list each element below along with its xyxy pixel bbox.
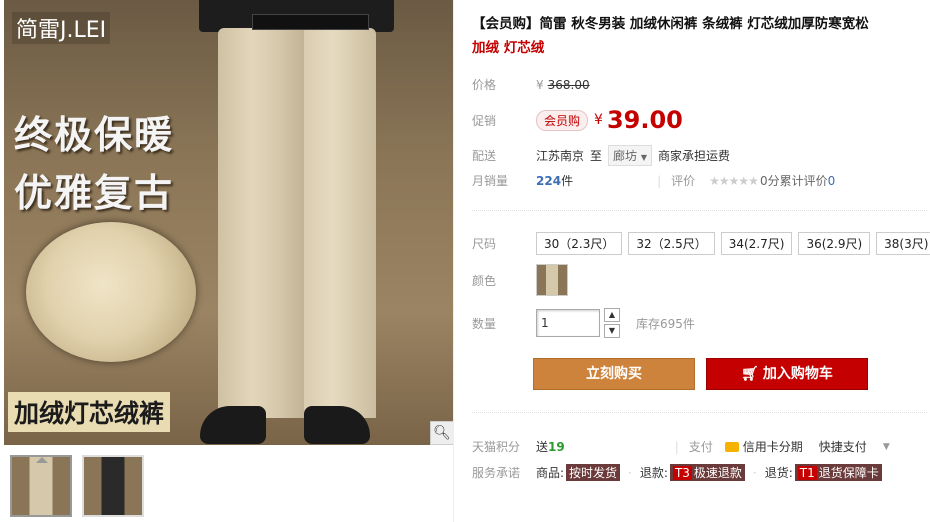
search-icon[interactable]: 🔍︎ (430, 421, 454, 445)
delivery-to-word: 至 (590, 149, 603, 163)
rating-stars: ★★★★★ (709, 173, 759, 188)
size-option[interactable]: 32（2.5尺） (628, 232, 715, 255)
belt (252, 14, 369, 30)
points-row: 天猫积分 送 19 | 支付 信用卡分期 快捷支付 ▼ (472, 438, 890, 455)
return-tag: T1 退货保障卡 (794, 464, 882, 481)
thumbnail-list (10, 455, 144, 517)
color-label: 颜色 (472, 273, 497, 288)
slogan-line-2: 优雅复古 (14, 171, 175, 215)
section-divider-2 (472, 412, 927, 413)
separator: | (657, 173, 662, 188)
bottom-banner: 加绒灯芯绒裤 (8, 392, 171, 432)
product-title: 【会员购】简雷 秋冬男装 加绒休闲裤 条绒裤 灯芯绒加厚防寒宽松 加绒 灯芯绒 (472, 12, 927, 60)
return-tag-text: 退货保障卡 (818, 466, 879, 480)
size-option[interactable]: 36(2.9尺) (798, 232, 871, 255)
size-option[interactable]: 30（2.3尺） (536, 232, 623, 255)
goods-label: 商品: (536, 466, 565, 480)
delivery-from: 江苏南京 (536, 149, 585, 163)
thumbnail-1[interactable] (10, 455, 72, 517)
sales-count: 224 (536, 173, 562, 188)
review-count-link[interactable]: 0 (828, 174, 836, 188)
points-send: 送 (536, 440, 549, 454)
pants-right-leg (304, 28, 376, 418)
product-gallery: 简雷J.LEI 终极保暖 优雅复古 加绒灯芯绒裤 🔍︎ (4, 0, 454, 522)
quick-pay: 快捷支付 (818, 440, 867, 454)
quantity-label: 数量 (472, 316, 497, 331)
add-to-cart-label: 加入购物车 (762, 366, 833, 382)
points-value: 19 (548, 439, 565, 454)
buy-now-button[interactable]: 立刻购买 (533, 358, 695, 390)
promo-yen: ¥ (594, 112, 603, 128)
member-badge: 会员购 (536, 109, 589, 131)
price-yen: ¥ (536, 77, 544, 92)
divider (453, 0, 454, 522)
quantity-input[interactable]: 1 (536, 309, 600, 337)
add-to-cart-button[interactable]: 🛒︎ 加入购物车 (706, 358, 868, 390)
refund-tag: T3 极速退款 (669, 464, 745, 481)
thumbnail-2[interactable] (82, 455, 144, 517)
return-label: 退货: (764, 466, 793, 480)
brand-logo: 简雷J.LEI (12, 12, 111, 44)
size-options: 30（2.3尺） 32（2.5尺） 34(2.7尺) 36(2.9尺) 38(3尺) (536, 232, 930, 255)
refund-label: 退款: (639, 466, 668, 480)
rating-label: 评价 (671, 174, 696, 188)
quantity-stepper: ▲ ▼ (604, 308, 620, 338)
refund-tag-prefix: T3 (672, 466, 692, 480)
chevron-down-icon[interactable]: ▼ (883, 442, 890, 452)
service-label: 服务承诺 (472, 466, 521, 480)
delivery-label: 配送 (472, 149, 497, 163)
color-swatch[interactable] (536, 264, 568, 296)
points-label: 天猫积分 (472, 440, 521, 454)
sales-row: 月销量 224 件 | 评价 ★★★★★ 0分累计评价 0 (472, 172, 835, 189)
refund-tag-text: 极速退款 (693, 466, 742, 480)
dot-separator: · (628, 465, 632, 480)
destination-value: 廊坊 (613, 149, 638, 163)
credit-card-installment: 信用卡分期 (742, 440, 803, 454)
cart-icon: 🛒︎ (741, 366, 759, 382)
shoe-left (200, 406, 266, 444)
separator: | (674, 439, 679, 454)
slogan-line-1: 终极保暖 (14, 113, 175, 157)
original-price: 368.00 (547, 77, 590, 92)
return-tag-prefix: T1 (797, 466, 817, 480)
increment-icon[interactable]: ▲ (604, 308, 620, 322)
color-row: 颜色 (472, 264, 568, 296)
sales-unit: 件 (561, 174, 574, 188)
pay-label: 支付 (688, 440, 713, 454)
section-divider (472, 210, 927, 211)
size-row: 尺码 30（2.3尺） 32（2.5尺） 34(2.7尺) 36(2.9尺) 38(3尺… (472, 232, 930, 255)
pants-left-leg (218, 28, 304, 418)
quantity-row: 数量 1 ▲ ▼ 库存695件 (472, 308, 695, 338)
title-highlight: 加绒 灯芯绒 (472, 40, 545, 56)
destination-select[interactable]: 廊坊 ▼ (608, 145, 653, 166)
service-row: 服务承诺 商品: 按时发货 · 退款: T3 极速退款 · 退货: T1 退货保障卡 (472, 464, 882, 481)
price-label: 价格 (472, 78, 497, 92)
title-main: 【会员购】简雷 秋冬男装 加绒休闲裤 条绒裤 灯芯绒加厚防寒宽松 (472, 16, 869, 32)
size-option[interactable]: 34(2.7尺) (720, 232, 793, 255)
shipping-note: 商家承担运费 (658, 149, 731, 163)
credit-card-icon (724, 441, 739, 452)
delivery-row: 配送 江苏南京 至 廊坊 ▼ 商家承担运费 (472, 145, 730, 166)
size-label: 尺码 (472, 237, 497, 251)
promo-price: 39.00 (606, 106, 683, 134)
sales-label: 月销量 (472, 174, 509, 188)
chevron-down-icon: ▼ (640, 153, 648, 162)
dot-separator: · (752, 465, 757, 480)
fabric-closeup (26, 222, 196, 362)
decrement-icon[interactable]: ▼ (604, 324, 620, 338)
price-row: 价格 ¥ 368.00 (472, 76, 590, 93)
size-option[interactable]: 38(3尺) (876, 232, 930, 255)
main-product-image[interactable]: 简雷J.LEI 终极保暖 优雅复古 加绒灯芯绒裤 🔍︎ (4, 0, 454, 445)
promo-row: 促销 会员购 ¥ 39.00 (472, 106, 683, 134)
stock-text: 库存695件 (636, 316, 695, 331)
promo-label: 促销 (472, 113, 497, 128)
rating-text: 0分累计评价 (759, 174, 828, 188)
goods-tag: 按时发货 (566, 464, 621, 481)
